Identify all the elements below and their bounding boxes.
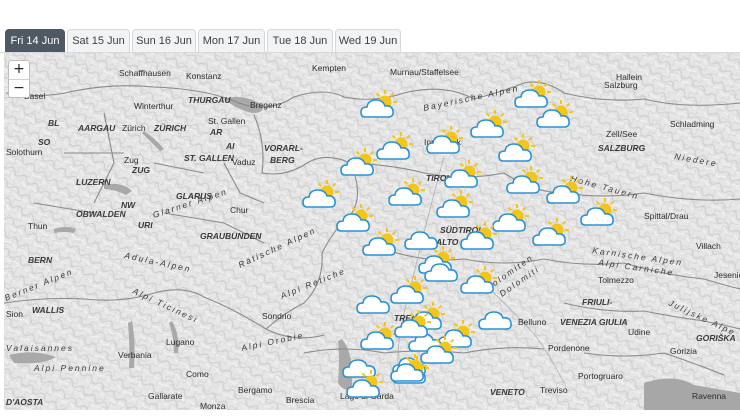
range-label: Valaisannes xyxy=(6,343,74,353)
region-label: BERG xyxy=(270,155,295,165)
place-label: Schladming xyxy=(670,119,715,129)
place-label: Villach xyxy=(696,241,721,251)
place-label: Verbania xyxy=(118,350,152,360)
region-label: GRAUBÜNDEN xyxy=(200,231,262,241)
place-label: Zell/See xyxy=(606,129,637,139)
place-label: Hallein xyxy=(616,72,642,82)
tab-tue-18-jun[interactable]: Tue 18 Jun xyxy=(267,29,333,52)
zoom-in-button[interactable]: + xyxy=(9,61,29,80)
region-label: BL xyxy=(48,118,59,128)
day-tabs: Fri 14 Jun Sat 15 Jun Sun 16 Jun Mon 17 … xyxy=(0,0,740,52)
place-label: Treviso xyxy=(540,385,568,395)
place-label: Zürich xyxy=(122,123,146,133)
region-label: AI xyxy=(225,141,235,151)
region-label: AR xyxy=(209,127,223,137)
map-canvas[interactable]: Kempten Murnau/Staffelsee Salzburg Halle… xyxy=(4,53,740,410)
region-label: BERN xyxy=(28,255,53,265)
place-label: Portogruaro xyxy=(578,371,623,381)
place-label: Brescia xyxy=(286,395,315,405)
tab-mon-17-jun[interactable]: Mon 17 Jun xyxy=(198,29,265,52)
place-label: Gallarate xyxy=(148,391,183,401)
region-label: FRIULI- xyxy=(582,297,612,307)
zoom-out-button[interactable]: − xyxy=(9,80,29,98)
region-label: D'AOSTA xyxy=(6,397,43,407)
tab-fri-14-jun[interactable]: Fri 14 Jun xyxy=(5,29,65,52)
region-label: SALZBURG xyxy=(598,143,646,153)
weather-map[interactable]: Kempten Murnau/Staffelsee Salzburg Halle… xyxy=(4,53,740,410)
place-label: Murnau/Staffelsee xyxy=(390,67,459,77)
region-label: AARGAU xyxy=(77,123,116,133)
region-label: VORARL- xyxy=(264,143,303,153)
region-label: THURGAU xyxy=(188,95,231,105)
tab-sun-16-jun[interactable]: Sun 16 Jun xyxy=(132,29,196,52)
place-label: Spittal/Drau xyxy=(644,211,689,221)
place-label: Kempten xyxy=(312,63,346,73)
place-label: Bregenz xyxy=(250,100,282,110)
tab-wed-19-jun[interactable]: Wed 19 Jun xyxy=(335,29,401,52)
place-label: Sion xyxy=(6,309,23,319)
place-label: Gorizia xyxy=(670,346,697,356)
footer-strip xyxy=(0,410,740,416)
place-label: Bergamo xyxy=(238,385,273,395)
region-label: VENEZIA GIULIA xyxy=(560,317,628,327)
place-label: Solothurn xyxy=(6,147,43,157)
region-label: WALLIS xyxy=(32,305,64,315)
place-label: Lugano xyxy=(166,337,195,347)
place-label: Vaduz xyxy=(232,157,255,167)
region-label: SO xyxy=(38,137,51,147)
place-label: Pordenone xyxy=(548,343,590,353)
region-label: ST. GALLEN xyxy=(184,153,235,163)
place-label: Thun xyxy=(28,221,48,231)
place-label: Zug xyxy=(124,155,139,165)
place-label: Chur xyxy=(230,205,249,215)
place-label: Konstanz xyxy=(186,71,221,81)
region-label: URI xyxy=(138,220,153,230)
region-label: OBWALDEN xyxy=(76,209,126,219)
tab-sat-15-jun[interactable]: Sat 15 Jun xyxy=(67,29,130,52)
region-label: ZÜRICH xyxy=(153,123,187,133)
place-label: Jesenic xyxy=(714,270,740,280)
place-label: Belluno xyxy=(518,317,547,327)
place-label: Tolmezzo xyxy=(598,275,634,285)
region-label: LUZERN xyxy=(76,177,111,187)
place-label: Schaffhausen xyxy=(119,68,171,78)
region-label: NW xyxy=(121,200,136,210)
place-label: Udine xyxy=(628,327,650,337)
place-label: St. Gallen xyxy=(208,116,246,126)
place-label: Sondrio xyxy=(262,311,292,321)
range-label: Alpi Pennine xyxy=(33,363,106,373)
place-label: Winterthur xyxy=(134,101,173,111)
place-label: Monza xyxy=(200,401,226,410)
region-label: ZUG xyxy=(131,165,150,175)
zoom-control: + − xyxy=(8,60,30,98)
place-label: Como xyxy=(186,369,209,379)
region-label: VENETO xyxy=(490,387,525,397)
place-label: Ravenna xyxy=(692,391,726,401)
